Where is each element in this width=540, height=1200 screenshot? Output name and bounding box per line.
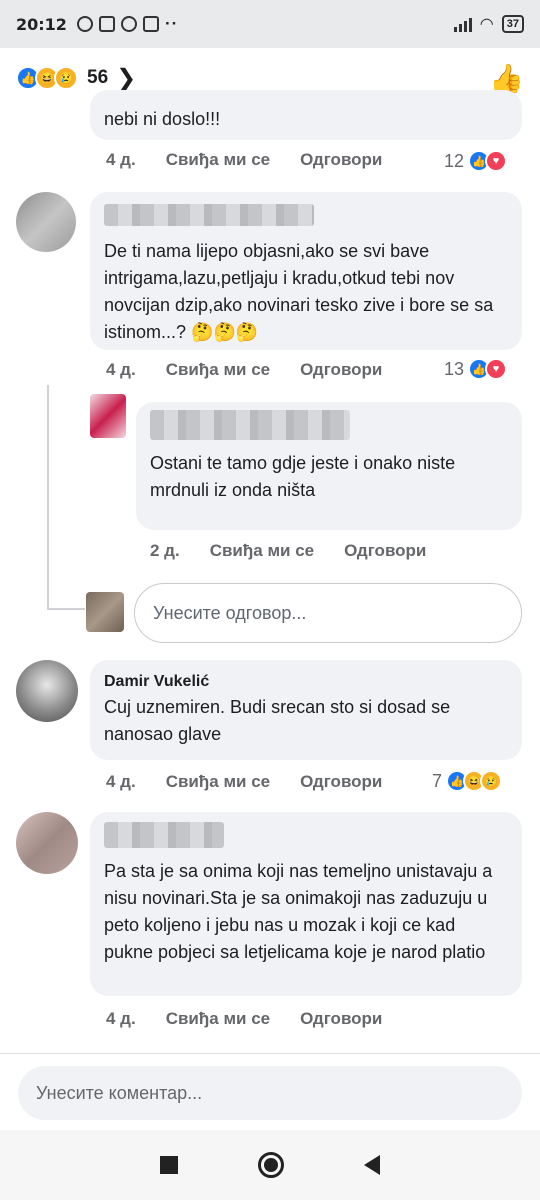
love-reaction-icon: ♥ — [485, 150, 508, 172]
reply-actions: 2 д. Свиђа ми се Одговори — [150, 541, 456, 561]
comment-actions: 4 д. Свиђа ми се Одговори — [106, 360, 412, 380]
calendar-icon — [142, 16, 159, 32]
like-link[interactable]: Свиђа ми се — [166, 150, 270, 170]
home-icon[interactable] — [258, 1152, 284, 1178]
comment-bubble: Pa sta je sa onima koji nas temeljno uni… — [90, 812, 522, 996]
comment-bubble: De ti nama lijepo objasni,ako se svi bav… — [90, 192, 522, 350]
comment-age: 4 д. — [106, 150, 136, 169]
avatar[interactable] — [90, 394, 126, 438]
reply-input[interactable]: Унесите одговор... — [134, 583, 522, 643]
system-nav-bar — [0, 1130, 540, 1200]
love-reaction-icon: ♥ — [485, 358, 508, 380]
comment-text: nebi ni doslo!!! — [104, 109, 221, 129]
reaction-count: 56 — [87, 67, 109, 88]
comment-age: 4 д. — [106, 360, 136, 379]
chevron-right-icon[interactable]: ❯ — [116, 64, 136, 93]
battery-icon: 37 — [501, 15, 524, 33]
signal-icon — [453, 16, 472, 32]
blurred-author-name — [104, 822, 224, 848]
comment-actions: 4 д. Свиђа ми се Одговори — [106, 772, 412, 792]
instagram-icon — [98, 16, 115, 32]
reply-text: Ostani te tamo gdje jeste i onako niste … — [150, 453, 456, 500]
alarm-icon — [76, 16, 93, 32]
recents-icon[interactable] — [160, 1156, 178, 1174]
reply-link[interactable]: Одговори — [344, 541, 426, 561]
status-bar: 20:12 ·· ◠ 37 — [0, 0, 540, 48]
reactions-summary[interactable]: 👍 😆 😢 — [16, 66, 78, 90]
comment-actions: 4 д. Свиђа ми се Одговори — [106, 150, 412, 170]
reply-placeholder: Унесите одговор... — [153, 602, 307, 623]
screen: 20:12 ·· ◠ 37 👍 😆 😢 56 ❯ 👍 nebi ni doslo… — [0, 0, 540, 1200]
wifi-icon: ◠ — [479, 16, 494, 33]
comment-text: De ti nama lijepo objasni,ako se svi bav… — [104, 241, 494, 342]
own-avatar — [86, 592, 124, 632]
status-time: 20:12 — [16, 14, 67, 34]
whatsapp-icon — [120, 16, 137, 32]
blurred-author-name — [150, 410, 350, 440]
comment-actions: 4 д. Свиђа ми се Одговори — [106, 1009, 412, 1029]
reply-link[interactable]: Одговори — [300, 772, 382, 792]
reaction-number: 7 — [432, 770, 443, 791]
comment-age: 4 д. — [106, 1009, 136, 1028]
reply-link[interactable]: Одговори — [300, 360, 382, 380]
comment-bubble: Damir Vukelić Cuj uznemiren. Budi srecan… — [90, 660, 522, 760]
comment-text: Cuj uznemiren. Budi srecan sto si dosad … — [104, 697, 451, 744]
comment-text: Pa sta je sa onima koji nas temeljno uni… — [104, 861, 493, 962]
comment-placeholder: Унесите коментар... — [36, 1082, 203, 1103]
avatar[interactable] — [16, 660, 78, 722]
avatar[interactable] — [16, 192, 76, 252]
thread-line — [47, 385, 49, 610]
sad-reaction-icon: 😢 — [54, 66, 78, 90]
avatar[interactable] — [16, 812, 78, 874]
comment-reactions[interactable]: 7 👍 😆 😢 — [432, 770, 503, 792]
like-link[interactable]: Свиђа ми се — [166, 1009, 270, 1029]
comment-age: 2 д. — [150, 541, 180, 560]
more-notifications-icon: ·· — [164, 14, 179, 33]
comment-reactions[interactable]: 12 👍 ♥ — [444, 150, 508, 172]
status-icons: ·· — [76, 14, 179, 34]
reply-bubble: Ostani te tamo gdje jeste i onako niste … — [136, 402, 522, 530]
like-link[interactable]: Свиђа ми се — [210, 541, 314, 561]
reaction-number: 13 — [444, 358, 465, 379]
sad-reaction-icon: 😢 — [480, 770, 503, 792]
reply-link[interactable]: Одговори — [300, 1009, 382, 1029]
like-link[interactable]: Свиђа ми се — [166, 772, 270, 792]
back-icon[interactable] — [364, 1155, 380, 1175]
comment-bubble: nebi ni doslo!!! — [90, 90, 522, 140]
reply-link[interactable]: Одговори — [300, 150, 382, 170]
comment-composer: Унесите коментар... — [0, 1053, 540, 1129]
author-name[interactable]: Damir Vukelić — [104, 670, 508, 694]
comment-input[interactable]: Унесите коментар... — [18, 1066, 522, 1120]
comment-reactions[interactable]: 13 👍 ♥ — [444, 358, 508, 380]
blurred-author-name — [104, 204, 314, 226]
like-link[interactable]: Свиђа ми се — [166, 360, 270, 380]
reaction-number: 12 — [444, 150, 465, 171]
thread-connector — [47, 608, 85, 610]
comment-age: 4 д. — [106, 772, 136, 791]
